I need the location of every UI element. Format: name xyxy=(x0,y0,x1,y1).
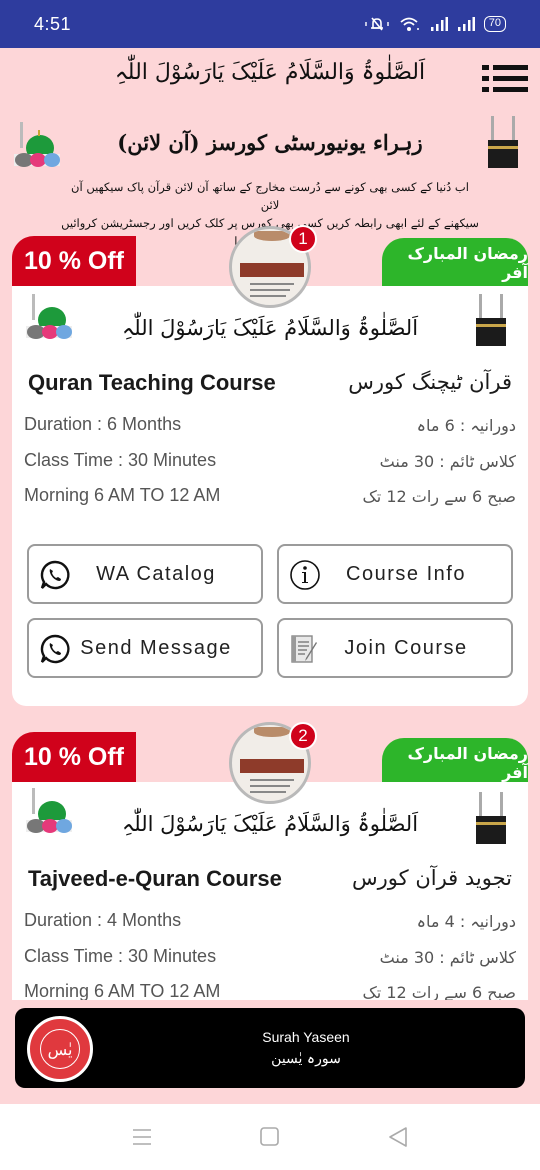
course-title-ur: قرآن ٹیچنگ کورس xyxy=(348,370,512,394)
menu-icon[interactable] xyxy=(482,65,528,93)
signal-icon xyxy=(457,17,475,31)
surah-logo: یٰس xyxy=(27,1016,93,1082)
class-time-en: Class Time : 30 Minutes xyxy=(24,946,217,966)
status-icons: 70 xyxy=(364,16,506,32)
timing-en: Morning 6 AM TO 12 AM xyxy=(24,485,221,505)
course-title-en: Tajveed-e-Quran Course xyxy=(28,866,282,891)
home-icon[interactable] xyxy=(258,1126,282,1148)
whatsapp-icon xyxy=(40,560,70,590)
whatsapp-icon xyxy=(40,634,70,664)
class-time-en: Class Time : 30 Minutes xyxy=(24,450,217,470)
join-course-button[interactable]: Join Course xyxy=(277,618,513,678)
card-salawat: اَلصَّلٰوۃُ وَالسَّلَامُ عَلَیْکَ یَارَس… xyxy=(121,316,419,340)
offer-badge: رمضان المبارک آفر xyxy=(382,738,528,788)
timing-en: Morning 6 AM TO 12 AM xyxy=(24,981,221,1001)
banner: زہراء یونیورسٹی کورسز (آن لائن) اب دُنیا… xyxy=(0,110,540,248)
duration-en: Duration : 6 Months xyxy=(24,414,182,434)
course-number-badge: 1 xyxy=(289,225,317,253)
kaaba-icon xyxy=(476,294,506,346)
signal-icon xyxy=(430,17,448,31)
wifi-icon xyxy=(400,17,419,31)
player-title: Surah Yaseen xyxy=(262,1029,350,1045)
duration-en: Duration : 4 Months xyxy=(24,910,182,930)
kaaba-icon xyxy=(488,116,518,168)
battery-icon: 70 xyxy=(483,16,506,32)
class-time-ur: کلاس ٹائم : 30 منٹ xyxy=(379,452,516,471)
banner-title: زہراء یونیورسٹی کورسز (آن لائن) xyxy=(117,130,423,155)
timing-ur: صبح 6 سے رات 12 تک xyxy=(362,487,516,506)
duration-ur: دورانیہ : 4 ماہ xyxy=(416,912,516,931)
form-edit-icon xyxy=(291,635,317,663)
course-info-button[interactable]: Course Info xyxy=(277,544,513,604)
info-icon xyxy=(290,560,320,590)
status-bar: 4:51 70 xyxy=(0,0,540,48)
course-title-ur: تجوید قرآن کورس xyxy=(352,866,512,890)
system-nav-bar xyxy=(0,1104,540,1170)
wa-catalog-button[interactable]: WA Catalog xyxy=(27,544,263,604)
course-number-badge: 2 xyxy=(289,722,317,750)
course-card[interactable]: اَلصَّلٰوۃُ وَالسَّلَامُ عَلَیْکَ یَارَس… xyxy=(12,286,528,706)
offer-badge: رمضان المبارک آفر xyxy=(382,238,528,288)
class-time-ur: کلاس ٹائم : 30 منٹ xyxy=(379,948,516,967)
mute-icon xyxy=(365,17,389,31)
status-time: 4:51 xyxy=(34,13,72,34)
card-salawat: اَلصَّلٰوۃُ وَالسَّلَامُ عَلَیْکَ یَارَس… xyxy=(121,812,419,836)
header-salawat: اَلصَّلٰوۃُ وَالسَّلَامُ عَلَیْکَ یَارَس… xyxy=(114,60,426,85)
kaaba-icon xyxy=(476,792,506,844)
discount-badge: 10 % Off xyxy=(12,732,136,782)
back-icon[interactable] xyxy=(386,1126,410,1148)
send-message-button[interactable]: Send Message xyxy=(27,618,263,678)
app-header: اَلصَّلٰوۃُ وَالسَّلَامُ عَلَیْکَ یَارَس… xyxy=(0,48,540,110)
discount-badge: 10 % Off xyxy=(12,236,136,286)
recent-apps-icon[interactable] xyxy=(130,1126,154,1148)
course-card[interactable]: اَلصَّلٰوۃُ وَالسَّلَامُ عَلَیْکَ یَارَس… xyxy=(12,782,528,1002)
course-title-en: Quran Teaching Course xyxy=(28,370,276,395)
player-subtitle: سورہ یٰسین xyxy=(271,1051,341,1067)
duration-ur: دورانیہ : 6 ماہ xyxy=(416,416,516,435)
audio-player[interactable]: یٰس Surah Yaseen سورہ یٰسین xyxy=(15,1008,525,1088)
